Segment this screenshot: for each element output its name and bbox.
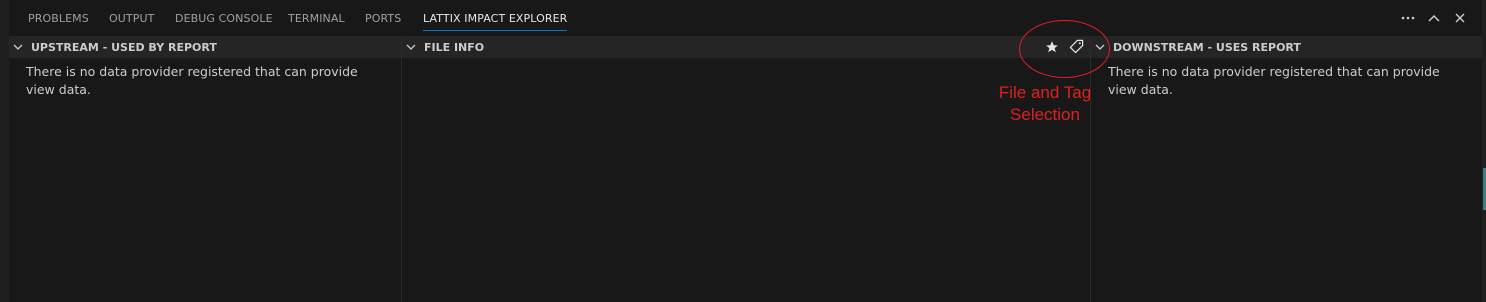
annotation-label: File and Tag Selection (985, 82, 1105, 126)
annotation-line-1: File and Tag (998, 83, 1092, 102)
annotation-line-2: Selection (1010, 105, 1080, 124)
chevron-down-icon (13, 44, 29, 50)
annotation-circle (1019, 20, 1110, 78)
tab-label: LATTIX IMPACT EXPLORER (423, 12, 568, 25)
upstream-section-title: UPSTREAM - USED BY REPORT (31, 40, 217, 54)
active-tab-indicator (423, 30, 568, 31)
tab-ports[interactable]: PORTS (365, 12, 401, 25)
upstream-section-content: There is no data provider registered tha… (9, 58, 401, 302)
file-info-section-header[interactable]: FILE INFO (402, 36, 1090, 58)
left-edge (0, 0, 9, 302)
panel: PROBLEMS OUTPUT DEBUG CONSOLE TERMINAL P… (0, 0, 1486, 302)
upstream-empty-message: There is no data provider registered tha… (26, 64, 358, 97)
more-actions-icon[interactable] (1398, 8, 1418, 28)
tab-lattix-impact-explorer[interactable]: LATTIX IMPACT EXPLORER (423, 12, 568, 31)
file-info-section-title: FILE INFO (424, 40, 485, 54)
panel-tab-bar: PROBLEMS OUTPUT DEBUG CONSOLE TERMINAL P… (9, 0, 1482, 36)
close-panel-icon[interactable] (1450, 8, 1470, 28)
tab-terminal[interactable]: TERMINAL (288, 12, 345, 25)
downstream-section-content: There is no data provider registered tha… (1091, 58, 1482, 302)
upstream-section-header[interactable]: UPSTREAM - USED BY REPORT (9, 36, 401, 58)
tab-output[interactable]: OUTPUT (109, 12, 154, 25)
downstream-section-title: DOWNSTREAM - USES REPORT (1113, 40, 1301, 54)
panel-actions (1398, 8, 1470, 28)
tab-problems[interactable]: PROBLEMS (28, 12, 89, 25)
downstream-section-header[interactable]: DOWNSTREAM - USES REPORT (1091, 36, 1482, 58)
scrollbar[interactable] (1482, 0, 1486, 302)
tab-debug-console[interactable]: DEBUG CONSOLE (175, 12, 273, 25)
chevron-down-icon (406, 44, 422, 50)
maximize-panel-icon[interactable] (1424, 8, 1444, 28)
downstream-empty-message: There is no data provider registered tha… (1108, 64, 1440, 97)
